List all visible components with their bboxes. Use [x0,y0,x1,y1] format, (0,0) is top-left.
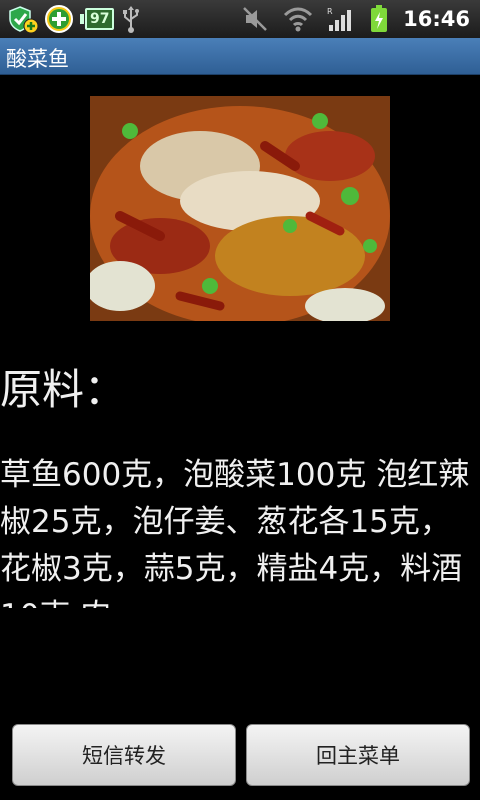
battery-charging-icon [371,5,388,32]
green-plus-icon [45,5,73,33]
signal-icon: R [327,7,352,31]
sms-forward-button[interactable]: 短信转发 [12,724,236,786]
battery-badge-icon: 97 [80,8,115,30]
back-main-menu-button[interactable]: 回主菜单 [246,724,470,786]
dish-photo [90,96,390,321]
usb-icon [123,6,140,33]
battery-badge-value: 97 [85,8,115,30]
mute-icon [243,7,268,31]
ingredients-text[interactable]: 草鱼600克，泡酸菜100克 泡红辣椒25克，泡仔姜、葱花各15克，花椒3克，蒜… [0,452,480,608]
page-title: 酸菜鱼 [6,47,69,71]
notification-icons: 97 [8,3,142,35]
status-bar: 97 R 16:46 [0,0,480,39]
clock: 16:46 [403,7,470,31]
shield-plus-icon [9,6,38,34]
svg-text:R: R [327,7,333,16]
ingredients-heading: 原料： [0,365,127,414]
system-icons: R 16:46 [241,3,470,35]
title-bar: 酸菜鱼 [0,38,480,75]
wifi-icon [284,7,313,32]
